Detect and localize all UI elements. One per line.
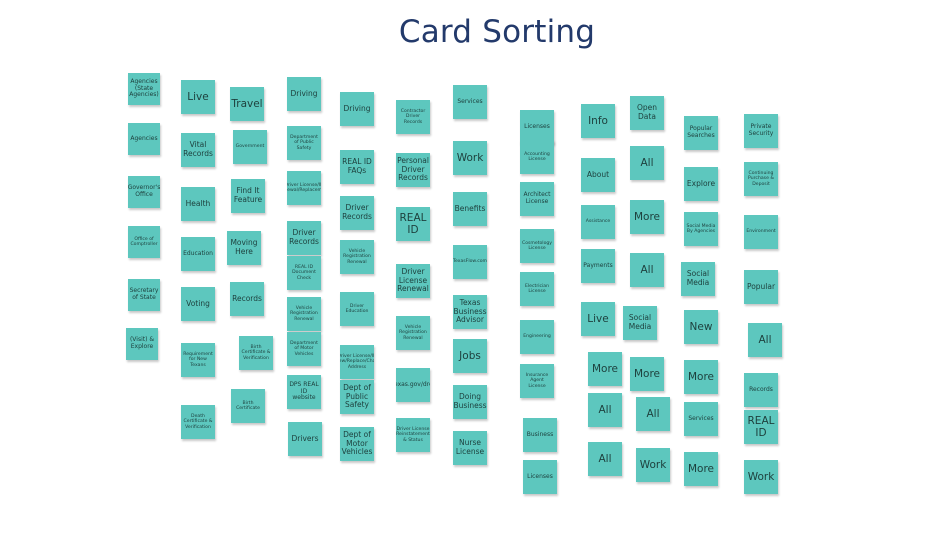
sticky-note[interactable]: Driver License/ID Renew/Replace/Change A… bbox=[340, 345, 374, 379]
sticky-note[interactable]: Moving Here bbox=[227, 231, 261, 265]
sticky-note[interactable]: Driver Education bbox=[340, 292, 374, 326]
sticky-note[interactable]: Live bbox=[581, 302, 615, 336]
sticky-note[interactable]: Driver License Reinstatement & Status bbox=[396, 418, 430, 452]
sticky-note[interactable]: Vehicle Registration Renewal bbox=[340, 240, 374, 274]
sticky-note[interactable]: Department of Public Safety bbox=[287, 126, 321, 160]
sticky-note[interactable]: Texas Business Advisor bbox=[453, 295, 487, 329]
sticky-note[interactable]: Popular bbox=[744, 270, 778, 304]
sticky-note[interactable]: Travel bbox=[230, 87, 264, 121]
sticky-note[interactable]: Environment bbox=[744, 215, 778, 249]
sticky-note[interactable]: New bbox=[684, 310, 718, 344]
sticky-note[interactable]: Vehicle Registration Renewal bbox=[396, 316, 430, 350]
sticky-note[interactable]: Cosmetology License bbox=[520, 229, 554, 263]
sticky-note[interactable]: REAL ID bbox=[396, 207, 430, 241]
sticky-note[interactable]: All bbox=[588, 442, 622, 476]
sticky-note[interactable]: Doing Business bbox=[453, 385, 487, 419]
sticky-note[interactable]: Personal Driver Records bbox=[396, 153, 430, 187]
sticky-note[interactable]: Health bbox=[181, 187, 215, 221]
sticky-note[interactable]: Secretary of State bbox=[128, 279, 160, 311]
sticky-note[interactable]: Info bbox=[581, 104, 615, 138]
sticky-note[interactable]: Architect License bbox=[520, 182, 554, 216]
sticky-note[interactable]: Contractor Driver Records bbox=[396, 100, 430, 134]
sticky-note[interactable]: Private Security bbox=[744, 114, 778, 148]
sticky-note[interactable]: About bbox=[581, 158, 615, 192]
sticky-note[interactable]: Requirement for New Texans bbox=[181, 343, 215, 377]
sticky-note[interactable]: Driver License/ID Renewal/Replacement bbox=[287, 171, 321, 205]
sticky-note[interactable]: Continuing Purchase & Deposit bbox=[744, 162, 778, 196]
sticky-note[interactable]: REAL ID bbox=[744, 410, 778, 444]
sticky-note[interactable]: Dept of Motor Vehicles bbox=[340, 427, 374, 461]
sticky-note[interactable]: Live bbox=[181, 80, 215, 114]
sticky-note[interactable]: Open Data bbox=[630, 96, 664, 130]
sticky-note[interactable]: Agencies bbox=[128, 123, 160, 155]
sticky-note[interactable]: Services bbox=[453, 85, 487, 119]
sticky-note[interactable]: Find It Feature bbox=[231, 179, 265, 213]
sticky-note[interactable]: Assistance bbox=[581, 205, 615, 239]
sticky-note[interactable]: Vital Records bbox=[181, 133, 215, 167]
sticky-note[interactable]: Nurse License bbox=[453, 431, 487, 465]
page-title: Card Sorting bbox=[398, 14, 596, 50]
sticky-note[interactable]: Social Media bbox=[623, 306, 657, 340]
sticky-note[interactable]: Birth Certificate bbox=[231, 389, 265, 423]
sticky-note[interactable]: Office of Comptroller bbox=[128, 226, 160, 258]
sticky-note[interactable]: Drivers bbox=[288, 422, 322, 456]
sticky-note[interactable]: Government bbox=[233, 130, 267, 164]
sticky-note[interactable]: Driver Records bbox=[287, 221, 321, 255]
sticky-note[interactable]: More bbox=[684, 360, 718, 394]
sticky-note[interactable]: Department of Motor Vehicles bbox=[287, 332, 321, 366]
sticky-note[interactable]: More bbox=[684, 452, 718, 486]
sticky-note[interactable]: Records bbox=[230, 282, 264, 316]
sticky-note[interactable]: Accounting License bbox=[520, 140, 554, 174]
sticky-note[interactable]: All bbox=[630, 253, 664, 287]
sticky-note[interactable]: All bbox=[636, 397, 670, 431]
sticky-note[interactable]: Driving bbox=[287, 77, 321, 111]
sticky-note[interactable]: Driver Records bbox=[340, 196, 374, 230]
sticky-note[interactable]: Jobs bbox=[453, 339, 487, 373]
sticky-note[interactable]: Popular Searches bbox=[684, 116, 718, 150]
sticky-note[interactable]: Services bbox=[684, 402, 718, 436]
sticky-note[interactable]: Social Media By Agencies bbox=[684, 212, 718, 246]
sticky-note[interactable]: All bbox=[748, 323, 782, 357]
sticky-note[interactable]: Insurance Agent License bbox=[520, 364, 554, 398]
sticky-note[interactable]: Vehicle Registration Renewal bbox=[287, 297, 321, 331]
sticky-note[interactable]: Work bbox=[744, 460, 778, 494]
sticky-note[interactable]: Business bbox=[523, 418, 557, 452]
sticky-note[interactable]: All bbox=[588, 393, 622, 427]
sticky-note[interactable]: Education bbox=[181, 237, 215, 271]
sticky-note[interactable]: Social Media bbox=[681, 262, 715, 296]
sticky-note[interactable]: Engineering bbox=[520, 320, 554, 354]
sticky-note[interactable]: Work bbox=[453, 141, 487, 175]
sticky-note[interactable]: Governor's Office bbox=[128, 176, 160, 208]
sticky-note[interactable]: DPS REAL ID website bbox=[287, 375, 321, 409]
sticky-note[interactable]: Driver License Renewal bbox=[396, 264, 430, 298]
sticky-note[interactable]: TexasFlow.com bbox=[453, 245, 487, 279]
sticky-note[interactable]: Dept of Public Safety bbox=[340, 380, 374, 414]
sticky-note[interactable]: Voting bbox=[181, 287, 215, 321]
sticky-note[interactable]: Explore bbox=[684, 167, 718, 201]
sticky-note[interactable]: REAL ID FAQs bbox=[340, 150, 374, 184]
sticky-note[interactable]: Driving bbox=[340, 92, 374, 126]
sticky-note[interactable]: Licenses bbox=[523, 460, 557, 494]
sticky-note[interactable]: Work bbox=[636, 448, 670, 482]
sticky-note[interactable]: Licenses bbox=[520, 110, 554, 144]
sticky-note[interactable]: Electrician License bbox=[520, 272, 554, 306]
sticky-note[interactable]: www.texas.gov/drenewal bbox=[396, 368, 430, 402]
sticky-note[interactable]: REAL ID Document Check bbox=[287, 256, 321, 290]
sticky-note[interactable]: Birth Certificate & Verification bbox=[239, 336, 273, 370]
sticky-note[interactable]: More bbox=[630, 357, 664, 391]
sticky-note[interactable]: Benefits bbox=[453, 192, 487, 226]
sticky-note[interactable]: More bbox=[630, 200, 664, 234]
sticky-note[interactable]: (Visit) & Explore bbox=[126, 328, 158, 360]
sticky-note[interactable]: Payments bbox=[581, 249, 615, 283]
sticky-note[interactable]: More bbox=[588, 352, 622, 386]
sticky-note[interactable]: Agencies (State Agencies) bbox=[128, 73, 160, 105]
sticky-note[interactable]: All bbox=[630, 146, 664, 180]
sticky-note[interactable]: Records bbox=[744, 373, 778, 407]
sticky-note[interactable]: Death Certificate & Verification bbox=[181, 405, 215, 439]
